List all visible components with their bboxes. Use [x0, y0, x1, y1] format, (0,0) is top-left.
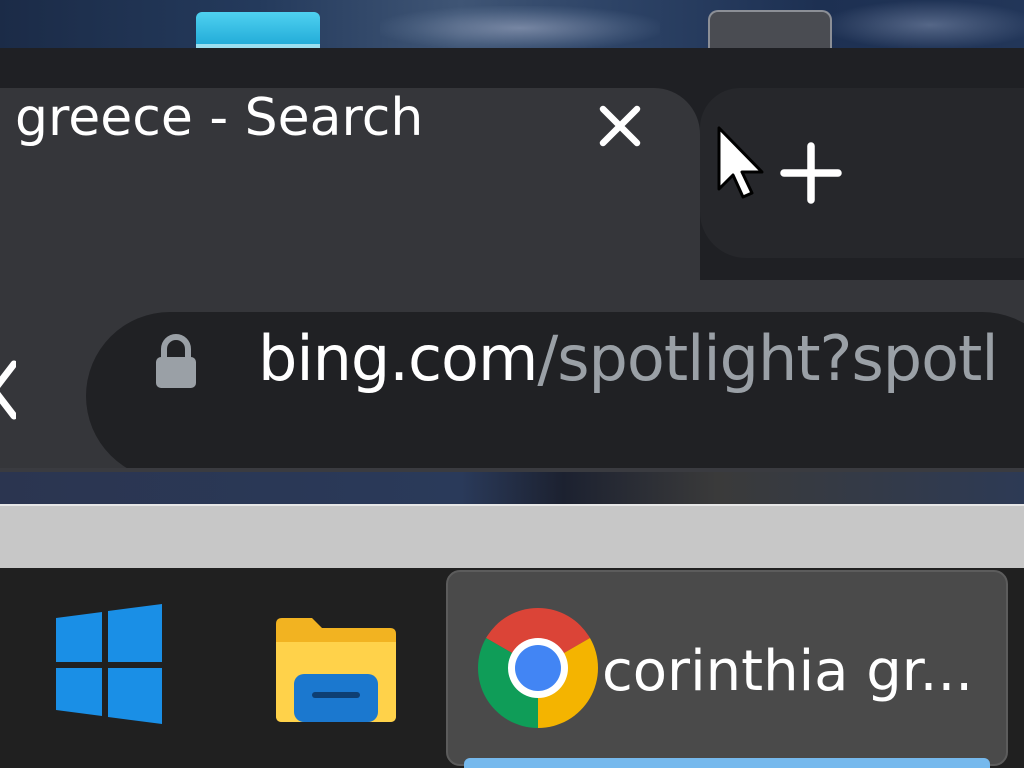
tab-strip — [0, 48, 1024, 288]
desktop-folder-icon[interactable] — [196, 12, 320, 48]
file-explorer-icon[interactable] — [266, 604, 406, 734]
wallpaper-cloud — [380, 6, 660, 50]
running-app-indicator — [464, 758, 990, 768]
desktop-app-icon[interactable] — [708, 10, 832, 50]
close-icon[interactable] — [594, 100, 646, 152]
back-arrow-icon[interactable] — [0, 360, 16, 420]
window-behind-strip — [0, 504, 1024, 568]
tab-title: greece - Search — [15, 88, 424, 148]
desktop-wallpaper-slice — [0, 472, 1024, 504]
mouse-cursor-icon — [717, 126, 764, 199]
lock-icon[interactable] — [154, 334, 198, 390]
plus-icon[interactable] — [778, 140, 844, 206]
desktop-wallpaper — [0, 0, 1024, 50]
wallpaper-cloud — [820, 0, 1024, 50]
windows-logo-icon[interactable] — [40, 604, 180, 724]
url-text[interactable]: bing.com/spotlight?spotl — [258, 328, 999, 390]
screen: greece - Search bing.com/spotlight?spotl — [0, 0, 1024, 768]
taskbar-chrome-label: corinthia gr... — [602, 639, 974, 704]
url-path: /spotlight?spotl — [537, 322, 998, 395]
chrome-icon — [478, 608, 598, 728]
url-host: bing.com — [258, 322, 538, 395]
